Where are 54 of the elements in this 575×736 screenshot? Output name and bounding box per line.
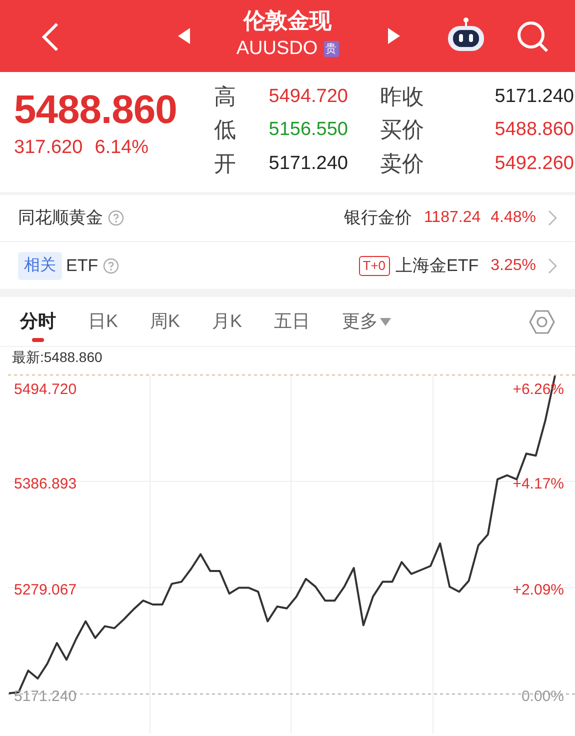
row-label: 银行金价 <box>344 207 412 230</box>
chart-tab[interactable]: 日K <box>88 298 118 346</box>
help-icon[interactable] <box>103 258 120 274</box>
percent-axis-label: +2.09% <box>512 582 564 598</box>
percent-axis-label: 0.00% <box>521 688 564 705</box>
page-title: 伦敦金现 <box>244 7 332 35</box>
row-label: ETF <box>66 254 98 277</box>
field-label: 低 <box>214 116 236 144</box>
field-value: 5488.860 <box>494 118 574 142</box>
precious-metal-row[interactable]: 同花顺黄金 银行金价 1187.24 4.48% <box>0 195 575 242</box>
trading-badge: T+0 <box>358 256 390 276</box>
current-price: 5488.860 <box>14 87 178 134</box>
etf-row[interactable]: 相关 ETF T+0 上海金ETF 3.25% <box>0 242 575 289</box>
latest-price-label: 最新:5488.860 <box>12 348 102 366</box>
chart-tab[interactable]: 周K <box>150 298 180 346</box>
etf-change: 3.25% <box>490 256 536 276</box>
field-label: 开 <box>214 150 236 178</box>
chevron-right-icon <box>548 210 557 226</box>
y-axis-label: 5279.067 <box>14 582 77 599</box>
percent-axis-label: +4.17% <box>512 476 564 492</box>
row-label: 上海金ETF <box>396 254 479 277</box>
field-label: 高 <box>214 83 236 111</box>
change-percent: 6.14% <box>94 136 149 160</box>
price-change: 317.620 <box>14 136 83 160</box>
field-value: 5171.240 <box>268 152 348 176</box>
search-icon[interactable] <box>516 20 550 54</box>
field-value: 5492.260 <box>494 152 574 176</box>
help-icon[interactable] <box>108 210 124 226</box>
symbol-code: AUUSDO <box>236 37 318 61</box>
field-value: 5494.720 <box>268 85 348 109</box>
robot-icon[interactable] <box>446 17 486 53</box>
y-axis-label: 5171.240 <box>14 688 77 705</box>
field-label: 昨收 <box>379 83 424 111</box>
related-tag: 相关 <box>18 252 62 280</box>
caret-down-icon <box>380 318 392 326</box>
category-badge: 贵 <box>324 41 339 57</box>
field-value: 5171.240 <box>494 85 574 109</box>
chart-tab[interactable]: 分时 <box>20 298 56 346</box>
field-label: 买价 <box>379 116 424 144</box>
field-value: 5156.550 <box>268 118 348 142</box>
settings-icon[interactable] <box>529 310 555 334</box>
bank-price-change: 4.48% <box>490 208 536 228</box>
y-axis-label: 5386.893 <box>14 475 77 492</box>
previous-icon[interactable] <box>178 28 190 44</box>
bank-price: 1187.24 <box>424 208 481 228</box>
chart-tab[interactable]: 五日 <box>274 298 310 346</box>
row-label: 同花顺黄金 <box>18 207 103 230</box>
next-icon[interactable] <box>388 28 400 44</box>
y-axis-label: 5494.720 <box>14 381 77 398</box>
chart-tab[interactable]: 更多 <box>342 298 392 346</box>
field-label: 卖价 <box>379 150 424 178</box>
chevron-right-icon <box>548 258 557 274</box>
chart-tab[interactable]: 月K <box>212 298 242 346</box>
back-icon[interactable] <box>40 22 60 52</box>
